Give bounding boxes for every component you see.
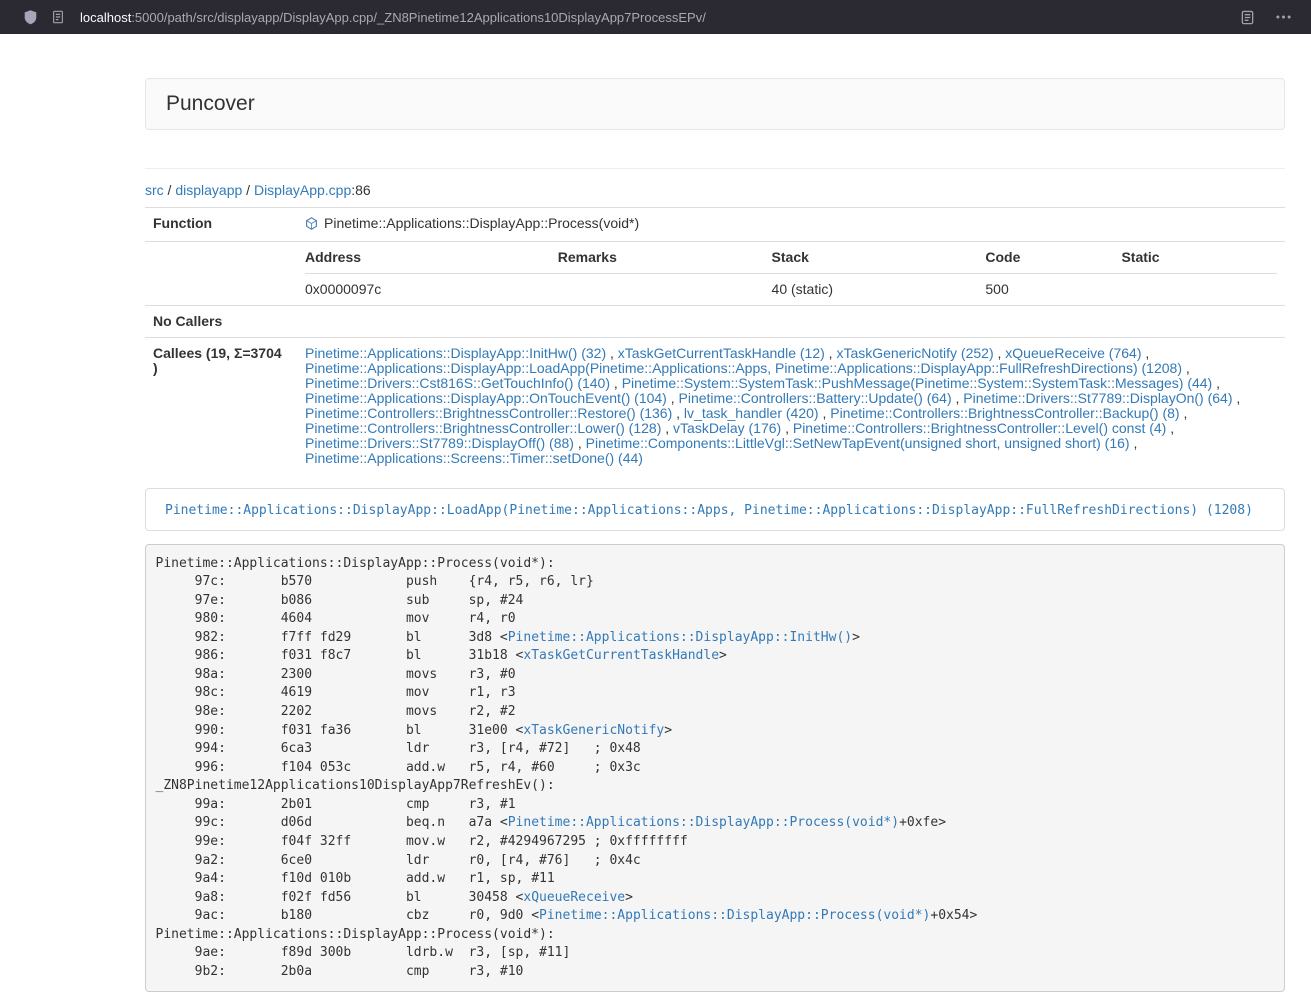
url-bar[interactable]: localhost:5000/path/src/displayapp/Displ… bbox=[80, 10, 1233, 25]
breadcrumb-link[interactable]: DisplayApp.cpp bbox=[254, 182, 351, 198]
metrics-row: Address Remarks Stack Code Static 0x0000… bbox=[145, 242, 1285, 306]
divider bbox=[145, 168, 1285, 169]
main-content: Puncover src / displayapp / DisplayApp.c… bbox=[145, 78, 1285, 992]
callee-link[interactable]: Pinetime::Applications::Screens::Timer::… bbox=[305, 450, 643, 466]
callee-link[interactable]: xTaskGetCurrentTaskHandle (12) bbox=[618, 345, 825, 361]
code-symbol-link[interactable]: Pinetime::Applications::DisplayApp::Proc… bbox=[539, 908, 930, 923]
code-symbol-link[interactable]: Pinetime::Applications::DisplayApp::Init… bbox=[508, 630, 852, 645]
remarks-cell bbox=[558, 274, 772, 298]
code-cell: 500 bbox=[985, 274, 1121, 298]
callee-link[interactable]: Pinetime::Controllers::BrightnessControl… bbox=[830, 405, 1179, 421]
code-symbol-link[interactable]: xTaskGetCurrentTaskHandle bbox=[523, 648, 719, 663]
shield-icon[interactable] bbox=[16, 3, 44, 31]
metrics-data-row: 0x0000097c 40 (static) 500 bbox=[305, 274, 1277, 298]
callee-link[interactable]: Pinetime::Controllers::BrightnessControl… bbox=[305, 420, 661, 436]
callee-link[interactable]: lv_task_handler (420) bbox=[684, 405, 819, 421]
code-symbol-link[interactable]: Pinetime::Applications::DisplayApp::Proc… bbox=[508, 815, 899, 830]
function-name-cell: Pinetime::Applications::DisplayApp::Proc… bbox=[297, 208, 1285, 242]
function-row: Function Pinetime::Applications::Display… bbox=[145, 208, 1285, 242]
breadcrumb-link[interactable]: displayapp bbox=[175, 182, 242, 198]
code-symbol-link[interactable]: xTaskGenericNotify bbox=[523, 723, 664, 738]
callee-link[interactable]: Pinetime::Applications::DisplayApp::Load… bbox=[305, 360, 1182, 376]
no-callers-cell-empty bbox=[297, 306, 1285, 338]
symbol-type-icon bbox=[305, 217, 318, 233]
static-column-header: Static bbox=[1121, 250, 1277, 274]
app-header: Puncover bbox=[145, 78, 1285, 130]
highlighted-symbol-link[interactable]: Pinetime::Applications::DisplayApp::Load… bbox=[165, 503, 1253, 518]
function-name: Pinetime::Applications::DisplayApp::Proc… bbox=[324, 215, 639, 231]
remarks-column-header: Remarks bbox=[558, 250, 772, 274]
page-icon-glyph bbox=[51, 10, 65, 24]
function-label: Function bbox=[145, 208, 297, 242]
breadcrumb: src / displayapp / DisplayApp.cpp:86 bbox=[145, 180, 1285, 200]
more-menu-icon-glyph bbox=[1276, 15, 1291, 19]
callees-label: Callees (19, Σ=3704 ) bbox=[145, 338, 297, 475]
page-title: Puncover bbox=[166, 92, 255, 115]
callee-link[interactable]: Pinetime::Applications::DisplayApp::OnTo… bbox=[305, 390, 667, 406]
highlighted-symbol-panel: Pinetime::Applications::DisplayApp::Load… bbox=[145, 488, 1285, 531]
no-callers-row: No Callers bbox=[145, 306, 1285, 338]
shield-icon-glyph bbox=[23, 9, 38, 25]
callee-link[interactable]: Pinetime::Drivers::St7789::DisplayOff() … bbox=[305, 435, 574, 451]
disassembly-block: Pinetime::Applications::DisplayApp::Proc… bbox=[145, 544, 1285, 992]
breadcrumb-link[interactable]: src bbox=[145, 182, 164, 198]
no-callers-label: No Callers bbox=[145, 306, 297, 338]
callee-link[interactable]: vTaskDelay (176) bbox=[673, 420, 781, 436]
metrics-cell: Address Remarks Stack Code Static 0x0000… bbox=[297, 242, 1285, 306]
url-host: localhost bbox=[80, 10, 131, 25]
callee-link[interactable]: Pinetime::Applications::DisplayApp::Init… bbox=[305, 345, 606, 361]
more-menu-icon[interactable] bbox=[1269, 3, 1297, 31]
static-cell bbox=[1121, 274, 1277, 298]
metrics-header-row: Address Remarks Stack Code Static bbox=[305, 250, 1277, 274]
callee-link[interactable]: Pinetime::Controllers::BrightnessControl… bbox=[793, 420, 1166, 436]
callee-link[interactable]: xQueueReceive (764) bbox=[1005, 345, 1141, 361]
page-icon[interactable] bbox=[44, 3, 72, 31]
browser-chrome: localhost:5000/path/src/displayapp/Displ… bbox=[0, 0, 1311, 34]
callee-link[interactable]: xTaskGenericNotify (252) bbox=[836, 345, 993, 361]
callee-link[interactable]: Pinetime::Controllers::BrightnessControl… bbox=[305, 405, 672, 421]
stack-cell: 40 (static) bbox=[772, 274, 986, 298]
reader-view-icon-glyph bbox=[1240, 10, 1255, 25]
callee-link[interactable]: Pinetime::Controllers::Battery::Update()… bbox=[679, 390, 952, 406]
address-column-header: Address bbox=[305, 250, 558, 274]
toolbar-right bbox=[1233, 3, 1301, 31]
callees-row: Callees (19, Σ=3704 ) Pinetime::Applicat… bbox=[145, 338, 1285, 475]
address-cell: 0x0000097c bbox=[305, 274, 558, 298]
callee-link[interactable]: Pinetime::System::SystemTask::PushMessag… bbox=[622, 375, 1213, 391]
url-path: :5000/path/src/displayapp/DisplayApp.cpp… bbox=[131, 10, 706, 25]
callee-link[interactable]: Pinetime::Drivers::Cst816S::GetTouchInfo… bbox=[305, 375, 610, 391]
metrics-row-label-empty bbox=[145, 242, 297, 306]
code-column-header: Code bbox=[985, 250, 1121, 274]
callee-link[interactable]: Pinetime::Drivers::St7789::DisplayOn() (… bbox=[963, 390, 1232, 406]
code-symbol-link[interactable]: xQueueReceive bbox=[523, 890, 625, 905]
stack-column-header: Stack bbox=[772, 250, 986, 274]
callee-link[interactable]: Pinetime::Components::LittleVgl::SetNewT… bbox=[586, 435, 1130, 451]
reader-view-icon[interactable] bbox=[1233, 3, 1261, 31]
symbol-table: Function Pinetime::Applications::Display… bbox=[145, 207, 1285, 474]
callees-list: Pinetime::Applications::DisplayApp::Init… bbox=[297, 338, 1285, 475]
metrics-table: Address Remarks Stack Code Static 0x0000… bbox=[305, 250, 1277, 297]
